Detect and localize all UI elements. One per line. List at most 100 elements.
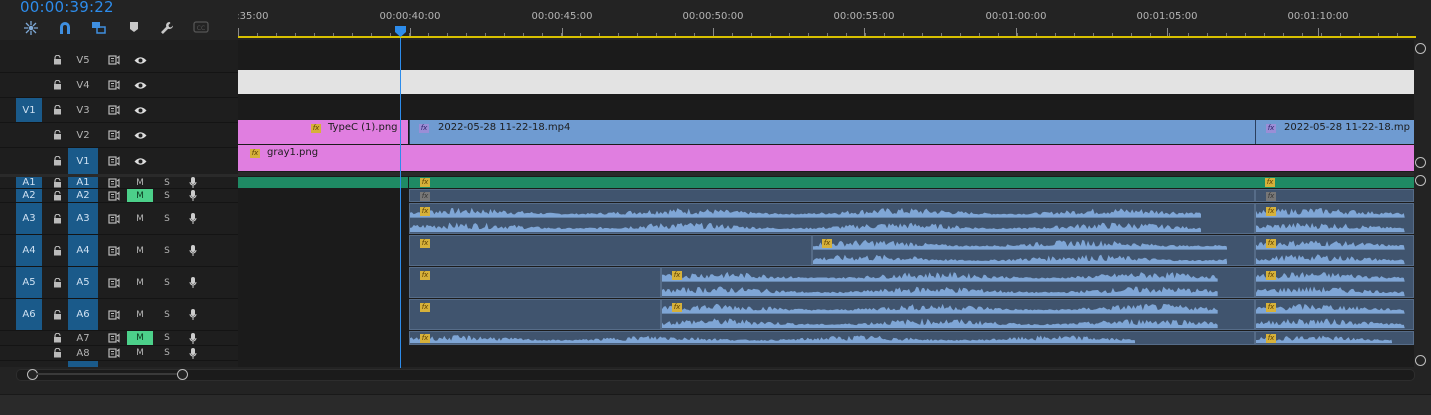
track-row-a8[interactable]: A8 M S [0,346,238,361]
track-row-v1[interactable]: V1 [0,148,238,175]
clip-typec-png[interactable]: fx TypeC (1).png [238,120,408,144]
source-patch-a6[interactable]: A6 [16,299,42,330]
sync-lock-icon[interactable] [105,203,123,234]
video-audio-divider-lane[interactable] [238,172,1414,176]
solo-button[interactable]: S [160,331,174,345]
target-track-v1[interactable]: V1 [68,148,98,174]
sync-lock-icon[interactable] [105,73,123,97]
lock-icon[interactable] [50,346,64,360]
vertical-scroll-knob[interactable] [1415,157,1426,168]
audio-clip-a1-pre[interactable] [238,177,408,188]
time-ruler[interactable]: 00:00:35:00 00:00:40:00 00:00:45:00 00:0… [238,0,1416,40]
solo-button[interactable]: S [160,346,174,360]
microphone-icon[interactable] [186,203,200,234]
clip-mp4-a[interactable]: fx 2022-05-28 11-22-18.mp4 [409,120,1255,144]
fx-badge[interactable]: fx [311,124,321,133]
source-patch-v1[interactable]: V1 [16,98,42,122]
solo-button[interactable]: S [160,177,174,188]
work-area-bar[interactable] [238,36,1416,38]
zoom-scroll-thumb[interactable] [37,373,179,375]
lock-icon[interactable] [50,48,64,72]
eye-icon[interactable] [130,73,150,97]
source-patch-a3[interactable]: A3 [16,203,42,234]
source-patch-a1[interactable]: A1 [16,177,42,188]
audio-clip-a5-b[interactable]: fx [1255,267,1414,298]
lock-icon[interactable] [50,73,64,97]
fx-badge[interactable]: fx [1266,192,1276,201]
microphone-icon[interactable] [186,346,200,360]
source-patch-a4[interactable]: A4 [16,235,42,266]
fx-badge[interactable]: fx [420,303,430,312]
microphone-icon[interactable] [186,299,200,330]
mute-button[interactable]: M [127,177,153,188]
eye-icon[interactable] [130,123,150,147]
audio-clip-a4-b[interactable]: fx [1255,235,1414,266]
timeline-tracks[interactable]: fx TypeC (1).png fx 2022-05-28 11-22-18.… [238,40,1414,367]
mute-button[interactable]: M [127,331,153,345]
playhead-timecode[interactable]: 00:00:39:22 [20,0,114,16]
mute-button[interactable]: M [127,203,153,234]
wrench-settings-icon[interactable] [157,20,177,38]
track-row-a2[interactable]: A2 A2 M S [0,189,238,203]
fx-badge[interactable]: fx [672,303,682,312]
mute-button[interactable]: M [127,346,153,360]
playhead-line[interactable] [400,38,401,368]
microphone-icon[interactable] [186,177,200,188]
track-row-a5[interactable]: A5 A5 M S [0,267,238,299]
add-marker-icon[interactable] [124,20,144,38]
sync-lock-icon[interactable] [105,98,123,122]
solo-button[interactable]: S [160,235,174,266]
track-row-v2[interactable]: V2 [0,123,238,148]
fx-badge[interactable]: fx [420,271,430,280]
audio-clip-a6-b[interactable]: fx [1255,299,1414,330]
mute-button[interactable]: M [127,299,153,330]
audio-clip-a2[interactable]: fx [409,189,1255,202]
mute-button[interactable]: M [127,189,153,202]
target-track-a3[interactable]: A3 [68,203,98,234]
zoom-scroll-bar[interactable] [16,369,1415,381]
target-track-a4[interactable]: A4 [68,235,98,266]
target-track-a5[interactable]: A5 [68,267,98,298]
solo-button[interactable]: S [160,189,174,202]
fx-badge[interactable]: fx [250,149,260,158]
audio-clip-a2-b[interactable]: fx [1255,189,1414,202]
audio-clip-a4[interactable]: fx [812,235,1255,266]
fx-badge[interactable]: fx [420,334,430,343]
sync-lock-icon[interactable] [105,123,123,147]
clip-gray1-png[interactable]: fx gray1.png [238,145,1414,171]
lock-icon[interactable] [50,235,64,266]
sync-lock-icon[interactable] [105,48,123,72]
fx-badge[interactable]: fx [420,178,430,187]
audio-clip-a7[interactable]: fx [409,331,1255,345]
fx-badge[interactable]: fx [1266,303,1276,312]
audio-clip-a4-empty[interactable]: fx [409,235,812,266]
audio-clip-a1-b[interactable]: fx [1255,177,1414,188]
fx-badge[interactable]: fx [420,239,430,248]
sync-lock-icon[interactable] [105,299,123,330]
fx-badge[interactable]: fx [672,271,682,280]
lock-icon[interactable] [50,267,64,298]
source-patch-a2[interactable]: A2 [16,189,42,202]
track-row-a7[interactable]: A7 M S [0,331,238,346]
lock-icon[interactable] [50,331,64,345]
fx-badge[interactable]: fx [419,124,429,133]
audio-clip-a1[interactable]: fx [409,177,1255,188]
sync-lock-icon[interactable] [105,189,123,202]
source-patch-a5[interactable]: A5 [16,267,42,298]
zoom-handle-right[interactable] [177,369,188,380]
microphone-icon[interactable] [186,189,200,202]
solo-button[interactable]: S [160,267,174,298]
track-row-a3[interactable]: A3 A3 M S [0,203,238,235]
sync-lock-icon[interactable] [105,331,123,345]
target-track-a6[interactable]: A6 [68,299,98,330]
snap-magnet-icon[interactable] [55,20,75,38]
track-row-v4[interactable]: V4 [0,73,238,98]
audio-clip-a6-empty[interactable]: fx [409,299,661,330]
eye-icon[interactable] [130,148,150,174]
eye-icon[interactable] [130,48,150,72]
solo-button[interactable]: S [160,203,174,234]
audio-clip-a5[interactable]: fx [661,267,1255,298]
fx-badge[interactable]: fx [1266,334,1276,343]
track-row-v3[interactable]: V1 V3 [0,98,238,123]
sync-lock-icon[interactable] [105,177,123,188]
